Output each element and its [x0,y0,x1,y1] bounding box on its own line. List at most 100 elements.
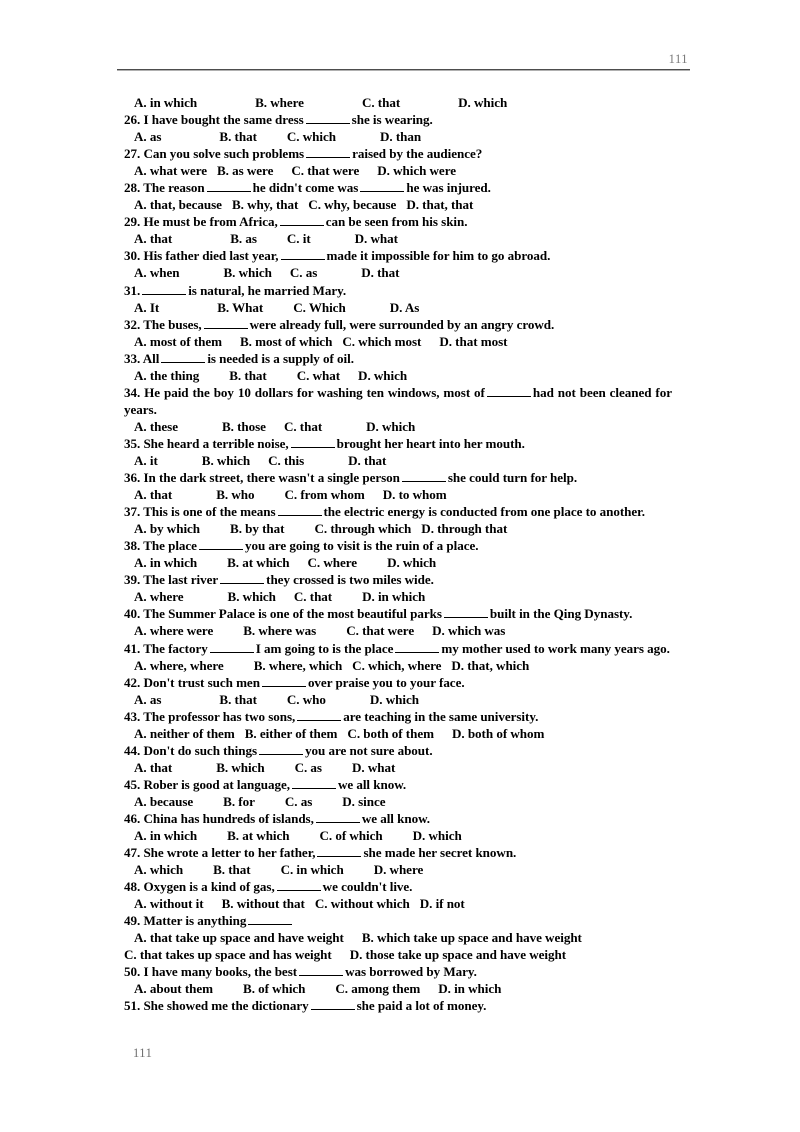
question-text-before: 30. His father died last year, [124,248,279,264]
options-row: A. in which B. where C. that D. which [124,94,672,111]
answer-blank [198,538,243,551]
question-stem: 30. His father died last year, made it im… [124,247,672,264]
answer-blank [279,214,324,227]
options-row: A. that B. which C. as D. what [124,759,672,776]
option-d: D. which [358,367,408,383]
question-stem: 33. All is needed is a supply of oil. [124,350,672,367]
option-d: D. which [458,95,508,110]
option-c: C. which [286,129,336,145]
option-a: A. in which [134,555,198,571]
answer-blank [310,998,355,1011]
question-text-before: 45. Rober is good at language, [124,776,290,792]
options-row: A. that, because B. why, that C. why, beca… [124,196,672,213]
answer-blank [276,879,321,892]
option-b: B. those [221,418,266,434]
question-text-after: made it impossible for him to go abroad. [326,248,551,264]
question-text-after: was borrowed by Mary. [345,964,477,980]
option-b: B. that [213,862,251,878]
option-b: B. What [217,299,264,315]
question-text-before: 47. She wrote a letter to her father, [124,845,316,861]
option-b: B. where was [243,623,317,639]
question-text-before: 41. The factory [124,640,208,656]
answer-blank [220,572,265,585]
question-text-after: she made her secret known. [363,845,517,861]
options-row: A. what were B. as were C. that were D. whi… [124,162,672,179]
question-stem: 39. The last river they crossed is two mi… [124,571,672,588]
question-text-before: 31. [124,282,141,298]
option-b: B. at which [227,828,290,844]
question-text-before: 27. Can you solve such problems [124,146,305,162]
option-a: A. it [134,452,158,468]
options-row: A. it B. which C. this D. that [124,452,672,469]
option-d: D. both of whom [451,725,545,741]
question-text-after: you are not sure about. [305,742,433,758]
answer-blank [290,436,335,448]
option-a: A. because [134,793,194,809]
option-a: A. by which [134,521,201,537]
option-c: C. that [293,589,333,605]
question-stem: 48. Oxygen is a kind of gas, we couldn't … [124,878,672,895]
options-row: C. that takes up space and has weight D. … [124,946,672,963]
question-stem: 40. The Summer Palace is one of the most… [124,605,672,622]
question-text-before: 51. She showed me the dictionary [124,998,309,1014]
option-b: B. why, that [231,197,299,213]
option-a: A. where [134,589,184,605]
option-a: A. that [134,487,173,503]
option-a: A. in which [134,95,198,110]
option-d: D. that, which [451,657,530,673]
question-text-after: they crossed is two miles wide. [266,572,434,588]
option-d: D. that [348,452,387,468]
question-text-before: 36. In the dark street, there wasn't a s… [124,470,400,486]
answer-blank [209,641,254,653]
option-b: B. where, which [253,657,343,673]
options-row: A. where B. which C. that D. in which [124,588,672,605]
option-a: A. when [134,265,180,281]
answer-blank [395,641,440,653]
option-d: D. that, that [406,197,474,213]
question-stem: 46. China has hundreds of islands, we all… [124,810,672,827]
option-b: B. where [255,95,304,110]
option-c: C. where [307,555,358,571]
option-d: D. if not [419,896,465,912]
option-b: B. by that [230,521,285,537]
question-stem: 37. This is one of the means the electric… [124,503,672,520]
question-text-before: 43. The professor has two sons, [124,708,296,724]
question-text-before: 42. Don't trust such men [124,674,260,690]
option-d: D. that [361,265,400,281]
option-b: B. as [230,231,257,247]
question-text-after: you are going to visit is the ruin of a … [244,538,479,554]
answer-blank [280,248,325,261]
option-c: C. that were [346,623,415,639]
answer-blank [306,146,351,159]
option-c: C. which, where [352,657,442,673]
options-row: A. when B. which C. as D. that [124,264,672,281]
option-a: A. the thing [134,367,200,383]
question-text-after: we all know. [361,810,430,826]
option-a: A. It [134,299,160,315]
answer-blank [277,504,322,517]
question-stem: 34. He paid the boy 10 dollars for washi… [124,384,672,418]
option-a: A. neither of them [134,725,235,741]
answer-blank [401,470,446,483]
option-d: D. those take up space and have weight [349,947,567,963]
question-stem: 28. The reason he didn't come was he was i… [124,179,672,196]
option-b: B. that [219,129,257,145]
question-text-after: raised by the audience? [352,146,483,162]
option-c: C. both of them [347,725,434,741]
question-text-before: 49. Matter is anything [124,913,247,929]
option-c: C. in which [280,862,344,878]
answer-blank [259,743,304,755]
answer-blank [261,675,306,687]
option-a: A. that take up space and have weight [134,930,344,946]
option-c: C. what [296,367,341,383]
option-d: D. through that [421,521,508,537]
options-row: A. as B. that C. which D. than [124,128,672,145]
question-text-after: the electric energy is conducted from on… [323,504,645,520]
question-stem: 44. Don't do such things you are not sure… [124,742,672,759]
option-d: D. which was [432,623,506,639]
option-b: B. for [223,793,255,809]
option-d: D. in which [362,589,426,605]
question-text-before: 38. The place [124,538,197,554]
answer-blank [291,777,336,789]
answer-blank [299,964,344,977]
